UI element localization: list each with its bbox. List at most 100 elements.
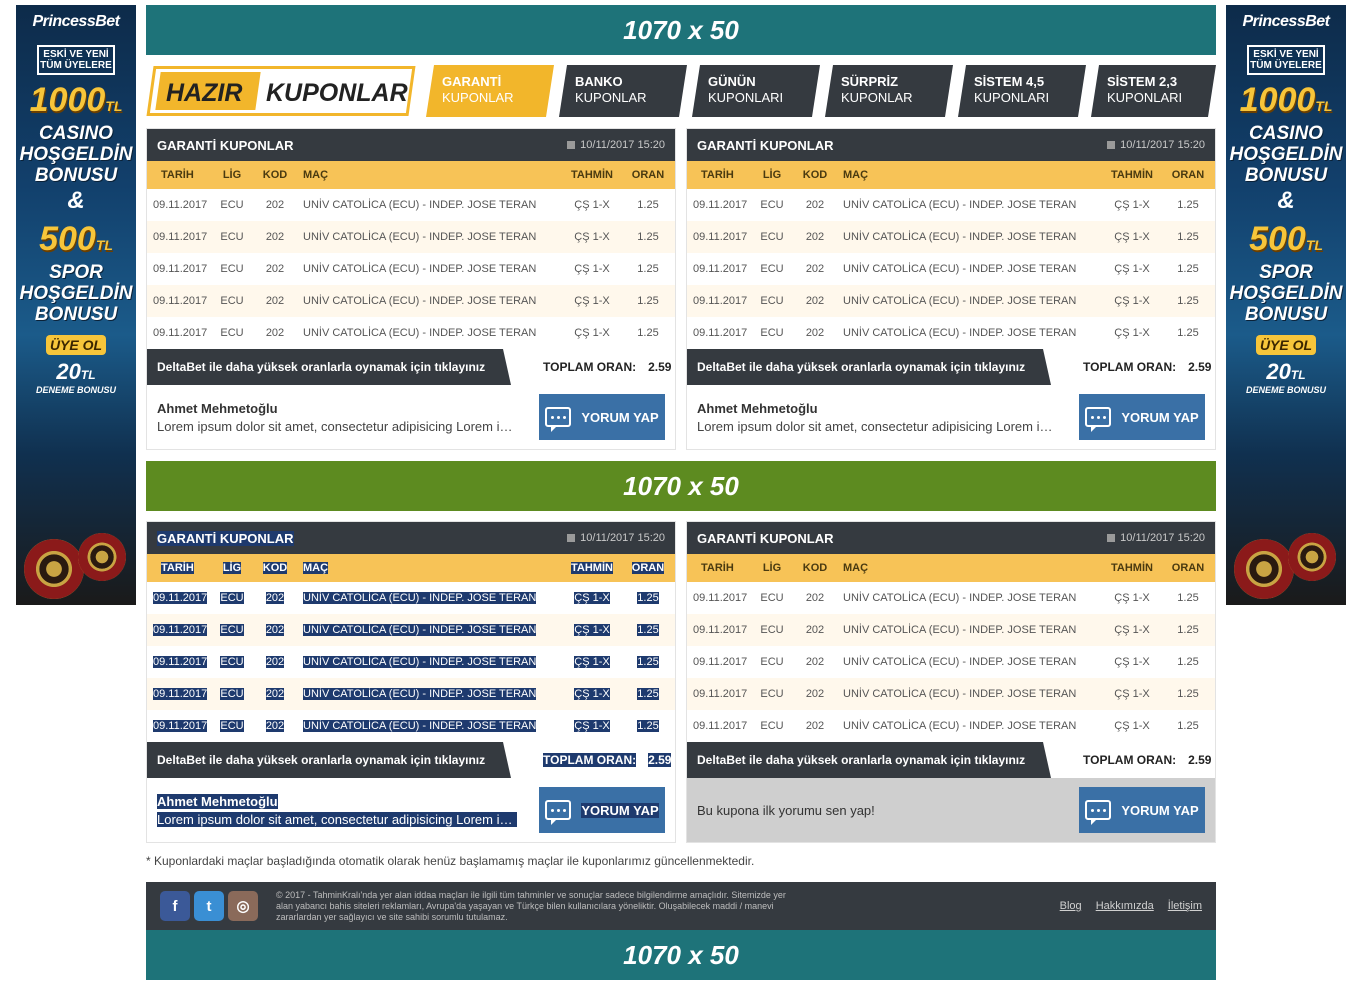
top-banner[interactable]: 1070 x 50 bbox=[146, 5, 1216, 55]
table-row: 09.11.2017 ECU 202 UNİV CATOLİCA (ECU) - IN… bbox=[147, 285, 675, 317]
total-odds-value: 2.59 bbox=[648, 360, 672, 374]
tab-label: SİSTEM 4,5 bbox=[974, 74, 1045, 89]
ad-trial-amount: 20TL bbox=[56, 359, 96, 384]
table-row: 09.11.2017 ECU 202 UNİV CATOLİCA (ECU) - IN… bbox=[687, 582, 1215, 614]
tab-label: SÜRPRİZ bbox=[841, 74, 899, 89]
total-bar: DeltaBet ile daha yüksek oranlarla oynam… bbox=[147, 742, 675, 778]
comment-button[interactable]: YORUM YAP bbox=[539, 394, 665, 440]
tab-sublabel: KUPONLAR bbox=[442, 90, 514, 105]
coupon-panel: GARANTİ KUPONLAR 10/11/2017 15:20 TARİH … bbox=[686, 521, 1216, 843]
panel-title: GARANTİ KUPONLAR bbox=[697, 137, 834, 153]
tab-surpriz-kuponlar[interactable]: SÜRPRİZ KUPONLAR bbox=[825, 65, 953, 117]
twitter-icon[interactable]: t bbox=[194, 891, 224, 921]
chat-icon bbox=[1085, 800, 1112, 825]
ad-trial-amount: 20TL bbox=[1266, 359, 1306, 384]
social-links: f t ◎ bbox=[160, 891, 258, 921]
total-odds-value: 2.59 bbox=[1188, 360, 1212, 374]
page: PrincessBet ESKİ VE YENİ TÜM ÜYELERE 100… bbox=[0, 0, 1360, 982]
col-prediction: TAHMİN bbox=[571, 562, 613, 574]
logo-text-left: HAZIR bbox=[166, 79, 243, 107]
tab-garanti-kuponlar[interactable]: GARANTİ KUPONLAR bbox=[426, 65, 554, 117]
panel-date: 10/11/2017 15:20 bbox=[1107, 139, 1205, 151]
deltabet-promo-link[interactable]: DeltaBet ile daha yüksek oranlarla oynam… bbox=[687, 742, 1051, 778]
ad-amp: & bbox=[1277, 187, 1295, 214]
tab-label: GÜNÜN bbox=[708, 74, 756, 89]
comment: Ahmet Mehmetoğlu Lorem ipsum dolor sit a… bbox=[157, 793, 517, 827]
comment-area: Ahmet Mehmetoğlu Lorem ipsum dolor sit a… bbox=[147, 778, 675, 842]
site-logo[interactable]: HAZIR KUPONLAR bbox=[146, 62, 418, 120]
commenter-name: Ahmet Mehmetoğlu bbox=[157, 400, 278, 416]
tab-sublabel: KUPONLARI bbox=[1107, 90, 1183, 105]
ad-casino-amount: 1000TL bbox=[29, 81, 123, 119]
comment-button[interactable]: YORUM YAP bbox=[1079, 394, 1205, 440]
side-ad-left[interactable]: PrincessBet ESKİ VE YENİ TÜM ÜYELERE 100… bbox=[16, 5, 136, 605]
middle-banner[interactable]: 1070 x 50 bbox=[146, 461, 1216, 511]
col-date: TARİH bbox=[701, 562, 734, 574]
footer-links: Blog Hakkımızda İletişim bbox=[1060, 900, 1202, 912]
footer: f t ◎ © 2017 - TahminKralı'nda yer alan … bbox=[146, 882, 1216, 930]
comment-area: Ahmet Mehmetoğlu Lorem ipsum dolor sit a… bbox=[147, 385, 675, 449]
comment: Ahmet Mehmetoğlu Lorem ipsum dolor sit a… bbox=[157, 401, 517, 434]
table-row: 09.11.2017 ECU 202 UNİV CATOLİCA (ECU) - IN… bbox=[147, 710, 675, 742]
comment: Ahmet Mehmetoğlu Lorem ipsum dolor sit a… bbox=[697, 401, 1057, 434]
col-date: TARİH bbox=[701, 169, 734, 181]
deltabet-promo-link[interactable]: DeltaBet ile daha yüksek oranlarla oynam… bbox=[147, 349, 511, 385]
ad-word: CASINO bbox=[39, 123, 113, 144]
total-odds-value: 2.59 bbox=[648, 753, 672, 767]
logo-text-right: KUPONLAR bbox=[266, 79, 408, 107]
footer-link-blog[interactable]: Blog bbox=[1060, 900, 1082, 912]
ad-word: HOŞGELDİN bbox=[1229, 144, 1343, 165]
col-odds: ORAN bbox=[631, 562, 665, 574]
col-odds: ORAN bbox=[631, 169, 665, 181]
footer-link-about[interactable]: Hakkımızda bbox=[1096, 900, 1154, 912]
instagram-icon[interactable]: ◎ bbox=[228, 891, 258, 921]
facebook-icon[interactable]: f bbox=[160, 891, 190, 921]
panel-header: GARANTİ KUPONLAR 10/11/2017 15:20 bbox=[687, 522, 1215, 554]
calendar-icon bbox=[567, 141, 576, 149]
calendar-icon bbox=[567, 534, 576, 542]
total-odds-label: TOPLAM ORAN: bbox=[543, 360, 637, 374]
bottom-banner[interactable]: 1070 x 50 bbox=[146, 930, 1216, 980]
deltabet-promo-link[interactable]: DeltaBet ile daha yüksek oranlarla oynam… bbox=[147, 742, 511, 778]
ad-logo: PrincessBet bbox=[32, 13, 121, 30]
col-league: LİG bbox=[762, 169, 782, 181]
tab-sistem-4-5[interactable]: SİSTEM 4,5 KUPONLARI bbox=[958, 65, 1086, 117]
ad-join-button[interactable]: ÜYE OL bbox=[46, 335, 106, 355]
roulette-icon bbox=[1288, 533, 1336, 581]
table-header: TARİH LİG KOD MAÇ TAHMİN ORAN bbox=[687, 161, 1215, 189]
commenter-name: Ahmet Mehmetoğlu bbox=[697, 400, 818, 416]
comment-button[interactable]: YORUM YAP bbox=[1079, 787, 1205, 833]
side-ad-right[interactable]: PrincessBet ESKİ VE YENİ TÜM ÜYELERE 100… bbox=[1226, 5, 1346, 605]
table-row: 09.11.2017 ECU 202 UNİV CATOLİCA (ECU) - IN… bbox=[687, 614, 1215, 646]
ad-word: BONUSU bbox=[34, 165, 118, 186]
table-row: 09.11.2017 ECU 202 UNİV CATOLİCA (ECU) - IN… bbox=[687, 317, 1215, 349]
panel-header: GARANTİ KUPONLAR 10/11/2017 15:20 bbox=[147, 522, 675, 554]
ad-spor-amount: 500TL bbox=[1249, 220, 1323, 258]
ad-word: SPOR bbox=[1259, 262, 1313, 283]
comment-area: Bu kupona ilk yorumu sen yap! YORUM YAP bbox=[687, 778, 1215, 842]
col-league: LİG bbox=[762, 562, 782, 574]
ad-word: HOŞGELDİN bbox=[19, 283, 133, 304]
ad-word: BONUSU bbox=[1244, 304, 1328, 325]
table-row: 09.11.2017 ECU 202 UNİV CATOLİCA (ECU) - IN… bbox=[147, 646, 675, 678]
tab-banko-kuponlar[interactable]: BANKO KUPONLAR bbox=[559, 65, 687, 117]
table-header: TARİH LİG KOD MAÇ TAHMİN ORAN bbox=[687, 554, 1215, 582]
footer-link-contact[interactable]: İletişim bbox=[1168, 900, 1202, 912]
panel-header: GARANTİ KUPONLAR 10/11/2017 15:20 bbox=[147, 129, 675, 161]
table-row: 09.11.2017 ECU 202 UNİV CATOLİCA (ECU) - IN… bbox=[687, 253, 1215, 285]
table-row: 09.11.2017 ECU 202 UNİV CATOLİCA (ECU) - IN… bbox=[687, 285, 1215, 317]
table-row: 09.11.2017 ECU 202 UNİV CATOLİCA (ECU) - IN… bbox=[147, 582, 675, 614]
tab-gunun-kuponlari[interactable]: GÜNÜN KUPONLARI bbox=[692, 65, 820, 117]
total-odds-label: TOPLAM ORAN: bbox=[1083, 753, 1177, 767]
footer-disclaimer: © 2017 - TahminKralı'nda yer alan iddaa … bbox=[276, 889, 786, 922]
calendar-icon bbox=[1107, 534, 1116, 542]
deltabet-promo-link[interactable]: DeltaBet ile daha yüksek oranlarla oynam… bbox=[687, 349, 1051, 385]
tab-label: GARANTİ bbox=[442, 74, 502, 89]
ad-join-button[interactable]: ÜYE OL bbox=[1256, 335, 1316, 355]
ad-logo: PrincessBet bbox=[1242, 13, 1331, 30]
roulette-icon bbox=[1234, 539, 1294, 599]
comment-button[interactable]: YORUM YAP bbox=[539, 787, 665, 833]
table-row: 09.11.2017 ECU 202 UNİV CATOLİCA (ECU) - IN… bbox=[147, 317, 675, 349]
table-row: 09.11.2017 ECU 202 UNİV CATOLİCA (ECU) - IN… bbox=[687, 710, 1215, 742]
tab-sistem-2-3[interactable]: SİSTEM 2,3 KUPONLARI bbox=[1091, 65, 1216, 117]
